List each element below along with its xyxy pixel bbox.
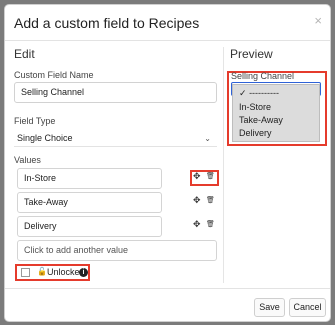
values-label: Values (14, 155, 41, 165)
unlocked-toggle[interactable]: 🔓 Unlocked i (15, 264, 90, 281)
edit-heading: Edit (14, 47, 35, 61)
field-type-value: Single Choice (17, 133, 73, 143)
dropdown-option-delivery[interactable]: Delivery (233, 128, 319, 138)
value-row-tools: ✥ 🗑 (193, 195, 219, 209)
dropdown-option-in-store[interactable]: In-Store (233, 102, 319, 112)
dropdown-option-take-away[interactable]: Take-Away (233, 115, 319, 125)
save-button[interactable]: Save (254, 298, 285, 317)
trash-icon[interactable]: 🗑 (206, 196, 215, 204)
close-icon[interactable]: × (314, 13, 322, 28)
field-type-label: Field Type (14, 116, 56, 126)
move-icon[interactable]: ✥ (193, 195, 201, 206)
value-row-take-away[interactable]: Take-Away (17, 192, 162, 213)
check-icon: ✓ (239, 88, 247, 98)
cancel-button[interactable]: Cancel (289, 298, 326, 317)
value-row-in-store[interactable]: In-Store (17, 168, 162, 189)
dropdown-option-empty[interactable]: ✓ ---------- (233, 88, 319, 99)
chevron-down-icon: ⌄ (204, 134, 211, 143)
preview-dropdown: ✓ ---------- In-Store Take-Away Delivery (232, 84, 320, 142)
field-type-select[interactable]: Single Choice ⌄ (14, 130, 217, 147)
unlock-icon: 🔓 (37, 267, 47, 276)
value-row-tools: ✥ 🗑 (193, 219, 219, 233)
section-divider (223, 47, 224, 283)
tools-highlight (190, 170, 219, 186)
footer-divider (5, 288, 330, 289)
add-value-input[interactable]: Click to add another value (17, 240, 217, 261)
custom-field-modal: Add a custom field to Recipes × Edit Pre… (4, 4, 331, 322)
modal-title: Add a custom field to Recipes (14, 15, 200, 31)
field-name-input[interactable]: Selling Channel (14, 82, 217, 103)
move-icon[interactable]: ✥ (193, 219, 201, 230)
modal-header: Add a custom field to Recipes × (5, 5, 330, 41)
trash-icon[interactable]: 🗑 (206, 220, 215, 228)
info-icon[interactable]: i (79, 268, 88, 277)
preview-field-label: Selling Channel (231, 71, 295, 81)
field-name-label: Custom Field Name (14, 70, 94, 80)
unlocked-checkbox[interactable] (21, 268, 30, 277)
value-row-delivery[interactable]: Delivery (17, 216, 162, 237)
preview-heading: Preview (230, 47, 273, 61)
